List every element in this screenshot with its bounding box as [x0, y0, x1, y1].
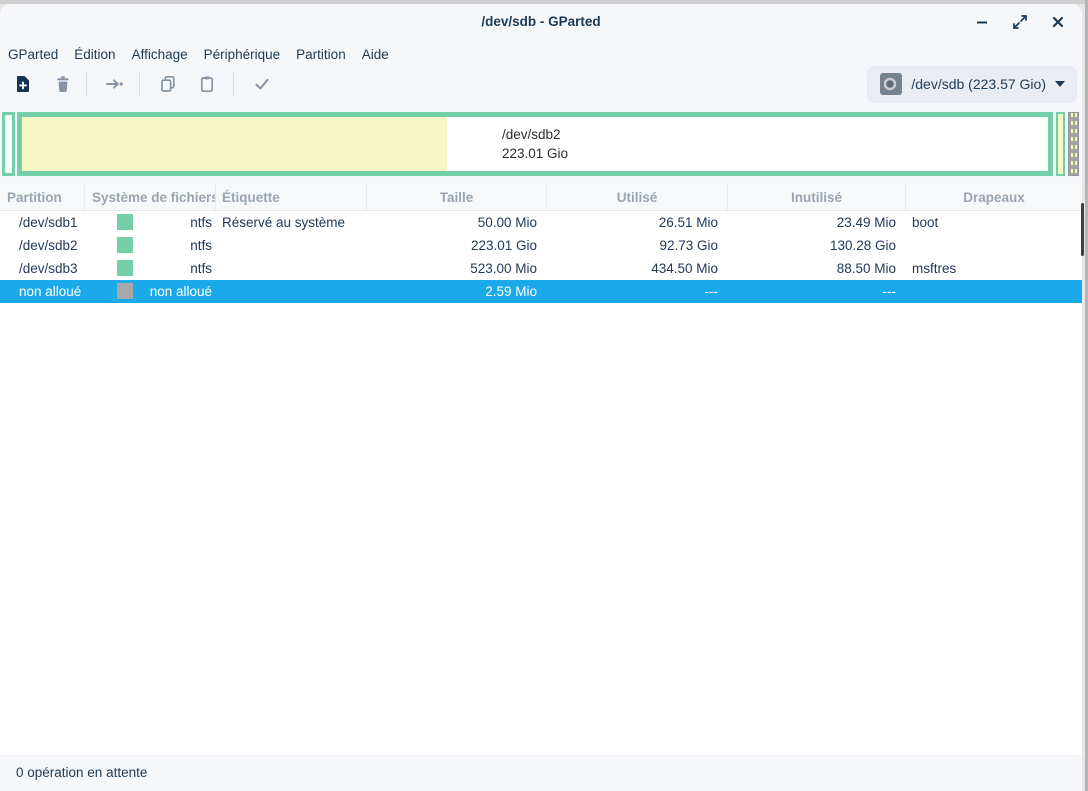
filesystem-color-swatch: [117, 214, 133, 230]
toolbar-button-new-partition[interactable]: [12, 73, 34, 95]
cell-filesystem: ntfs: [85, 257, 216, 280]
cell-label: Réservé au système: [216, 211, 367, 234]
visual-partition-sdb2[interactable]: /dev/sdb2 223.01 Gio: [17, 112, 1053, 176]
hard-drive-icon: [879, 72, 903, 96]
cell-filesystem: ntfs: [85, 211, 216, 234]
column-header-label: Étiquette: [216, 185, 367, 210]
arrow-right-dot-icon: [105, 75, 124, 93]
table-row[interactable]: /dev/sdb1 ntfs Réservé au système 50.00 …: [0, 211, 1082, 234]
copy-icon: [159, 75, 177, 93]
restore-button[interactable]: [1010, 12, 1030, 32]
cell-unused: ---: [728, 280, 906, 303]
window-title: /dev/sdb - GParted: [0, 14, 1082, 29]
filesystem-name: ntfs: [190, 215, 212, 230]
visual-unallocated[interactable]: [1068, 112, 1079, 176]
cell-filesystem: ntfs: [85, 234, 216, 257]
restore-icon: [1012, 14, 1028, 30]
toolbar-button-apply[interactable]: [251, 73, 273, 95]
cell-size: 523.00 Mio: [367, 257, 547, 280]
cell-flags: boot: [906, 211, 1082, 234]
column-header-unused: Inutilisé: [728, 185, 906, 210]
menu-item-peripherique[interactable]: Périphérique: [196, 45, 289, 64]
table-row[interactable]: /dev/sdb2 ntfs 223.01 Gio 92.73 Gio 130.…: [0, 234, 1082, 257]
visual-partition-sdb1[interactable]: [2, 112, 15, 176]
cell-flags: [906, 234, 1082, 257]
close-button[interactable]: [1048, 12, 1068, 32]
filesystem-name: ntfs: [190, 238, 212, 253]
toolbar-separator: [233, 71, 234, 97]
minimize-icon: [974, 14, 990, 30]
pending-operations-text: 0 opération en attente: [0, 755, 1082, 791]
column-header-partition: Partition: [0, 185, 85, 210]
menu-item-edition[interactable]: Édition: [66, 45, 123, 64]
table-row[interactable]: /dev/sdb3 ntfs 523.00 Mio 434.50 Mio 88.…: [0, 257, 1082, 280]
column-header-used: Utilisé: [547, 185, 728, 210]
cell-label: [216, 257, 367, 280]
cell-label: [216, 280, 367, 303]
statusbar: 0 opération en attente: [0, 755, 1082, 791]
table-header-row: Partition Système de fichiers Étiquette …: [0, 185, 1082, 211]
table-body: /dev/sdb1 ntfs Réservé au système 50.00 …: [0, 211, 1082, 303]
toolbar-button-delete-partition[interactable]: [52, 73, 74, 95]
minimize-button[interactable]: [972, 12, 992, 32]
cell-partition: /dev/sdb2: [0, 234, 85, 257]
check-icon: [253, 75, 271, 93]
visual-partition-name: /dev/sdb2: [502, 125, 568, 144]
used-space-fill: [22, 117, 447, 171]
column-header-flags: Drapeaux: [906, 185, 1082, 210]
filesystem-color-swatch: [117, 283, 133, 299]
cell-used: 26.51 Mio: [547, 211, 728, 234]
close-icon: [1050, 14, 1066, 30]
menu-item-affichage[interactable]: Affichage: [124, 45, 196, 64]
cell-flags: [906, 280, 1082, 303]
menubar: GPartedÉditionAffichagePériphériqueParti…: [0, 42, 1082, 66]
window-controls: [972, 12, 1068, 32]
clipboard-icon: [198, 75, 216, 93]
cell-filesystem: non alloué: [85, 280, 216, 303]
filesystem-name: non alloué: [150, 284, 212, 299]
visual-partition-size: 223.01 Gio: [502, 144, 568, 163]
cell-size: 2.59 Mio: [367, 280, 547, 303]
cell-partition: non alloué: [0, 280, 85, 303]
column-header-filesystem: Système de fichiers: [85, 185, 216, 210]
titlebar[interactable]: /dev/sdb - GParted: [0, 4, 1082, 42]
document-new-icon: [14, 75, 32, 93]
toolbar-button-copy[interactable]: [157, 73, 179, 95]
filesystem-color-swatch: [117, 260, 133, 276]
chevron-down-icon: [1055, 81, 1065, 87]
vertical-scrollbar-thumb[interactable]: [1081, 203, 1084, 256]
cell-unused: 23.49 Mio: [728, 211, 906, 234]
cell-flags: msftres: [906, 257, 1082, 280]
cell-used: 92.73 Gio: [547, 234, 728, 257]
cell-label: [216, 234, 367, 257]
column-header-size: Taille: [367, 185, 547, 210]
filesystem-color-swatch: [117, 237, 133, 253]
cell-size: 50.00 Mio: [367, 211, 547, 234]
toolbar-separator: [86, 71, 87, 97]
menu-item-partition[interactable]: Partition: [288, 45, 354, 64]
cell-size: 223.01 Gio: [367, 234, 547, 257]
device-selector-label: /dev/sdb (223.57 Gio): [911, 76, 1046, 92]
trash-icon: [54, 75, 72, 93]
menu-item-aide[interactable]: Aide: [354, 45, 397, 64]
cell-unused: 130.28 Gio: [728, 234, 906, 257]
partition-visual-bar: /dev/sdb2 223.01 Gio: [0, 112, 1082, 176]
toolbar-separator: [139, 71, 140, 97]
cell-used: ---: [547, 280, 728, 303]
cell-partition: /dev/sdb3: [0, 257, 85, 280]
menu-item-gparted[interactable]: GParted: [0, 45, 66, 64]
toolbar: /dev/sdb (223.57 Gio): [0, 64, 1082, 104]
cell-unused: 88.50 Mio: [728, 257, 906, 280]
cell-partition: /dev/sdb1: [0, 211, 85, 234]
filesystem-name: ntfs: [190, 261, 212, 276]
visual-partition-label: /dev/sdb2 223.01 Gio: [502, 125, 568, 163]
visual-partition-sdb3[interactable]: [1056, 112, 1065, 176]
toolbar-button-resize-move[interactable]: [103, 73, 125, 95]
cell-used: 434.50 Mio: [547, 257, 728, 280]
toolbar-button-paste[interactable]: [196, 73, 218, 95]
partition-table: Partition Système de fichiers Étiquette …: [0, 185, 1082, 755]
table-row[interactable]: non alloué non alloué 2.59 Mio --- ---: [0, 280, 1082, 303]
device-selector-dropdown[interactable]: /dev/sdb (223.57 Gio): [867, 66, 1077, 103]
gparted-window: /dev/sdb - GParted GPartedÉditionAfficha…: [0, 4, 1082, 791]
